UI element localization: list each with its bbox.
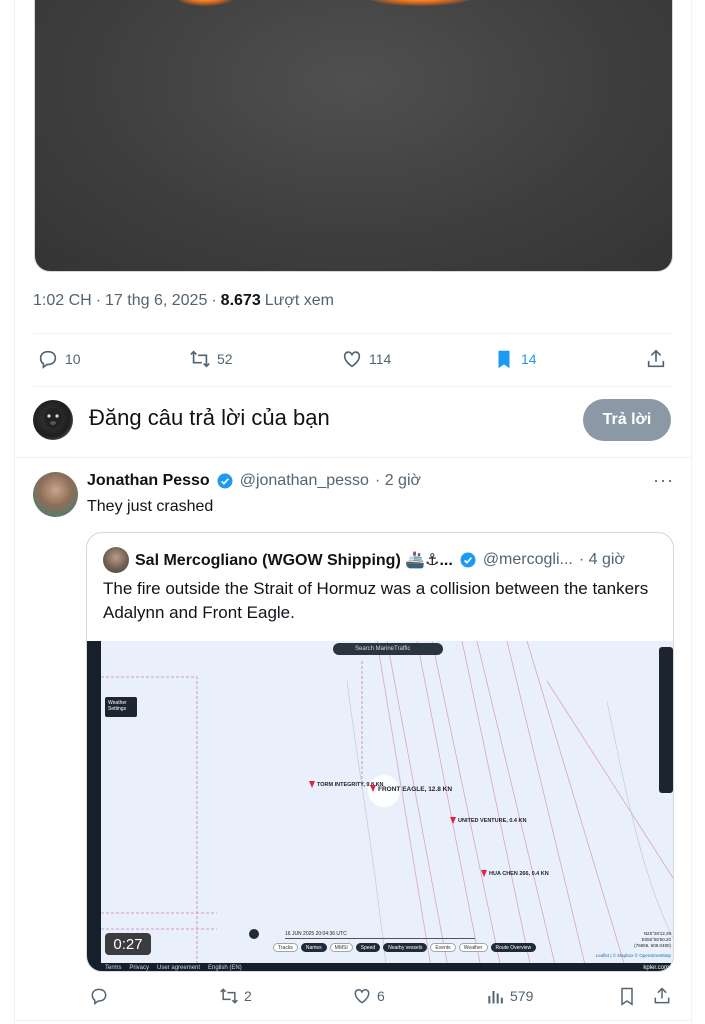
share-action[interactable] [652,986,672,1006]
views-chart-icon [488,991,503,1004]
retweet-count: 2 [244,988,252,1004]
like-count: 6 [377,988,385,1004]
heart-icon [343,351,361,368]
retweet-icon [220,988,238,1004]
brand-label: kpler.com [643,965,669,971]
author-name[interactable]: Jonathan Pesso [87,472,210,490]
vessel-marker[interactable] [450,817,456,824]
vessel-marker[interactable] [309,781,315,788]
quoted-tweet-age: · 4 giờ [578,551,625,568]
map-tools[interactable] [659,647,673,793]
quoted-header: Sal Mercogliano (WGOW Shipping) 🚢⚓... @m… [103,547,625,573]
tweet-date[interactable]: 17 thg 6, 2025 [105,292,207,310]
avatar[interactable] [33,472,78,517]
tweet-meta: 1:02 CH · 17 thg 6, 2025 · 8.673 Lượt xe… [33,292,334,310]
play-icon[interactable] [249,929,259,939]
reply-count: 10 [65,351,81,367]
layer-chip[interactable]: Names [300,943,327,952]
divider [14,1020,692,1021]
reply-tweet-actions: 2 6 579 [87,982,674,1012]
map-footer: Terms Privacy User agreement English (EN… [87,963,673,971]
playback-timestamp: 16 JUN 2025 20:04:36 UTC [285,931,347,937]
tweet-time[interactable]: 1:02 CH [33,292,92,310]
fire-glow [365,0,475,6]
reply-icon [39,350,57,369]
like-count: 114 [369,351,392,367]
bookmark-icon [621,987,633,1006]
divider [33,386,674,387]
map-video[interactable]: Search MarineTraffic Weather Settings TO… [87,641,673,971]
reply-composer: Đăng câu trả lời của bạn Trả lời [33,396,674,444]
tweet-age[interactable]: · 2 giờ [375,472,421,490]
vessel-marker[interactable] [481,870,487,877]
vessel-label: HUA CHEN 266, 0.4 KN [489,871,549,877]
share-icon [647,349,665,368]
tweet-actions: 10 52 114 14 [33,340,674,382]
quoted-author-handle: @mercogli... [482,551,573,568]
retweet-action[interactable]: 52 [189,348,233,370]
quoted-tweet[interactable]: Sal Mercogliano (WGOW Shipping) 🚢⚓... @m… [86,532,674,972]
like-action[interactable]: 114 [341,348,391,370]
video-duration: 0:27 [105,933,151,955]
layer-chip[interactable]: Speed [355,943,381,952]
share-icon [654,987,670,1004]
bookmark-icon [498,350,510,369]
more-options-icon[interactable]: ··· [653,470,674,491]
view-label: Lượt xem [264,292,334,309]
view-count: 8.673 [220,292,261,309]
layer-chip[interactable]: Events [430,943,456,952]
layer-chip[interactable]: Nearby vessels [383,943,428,952]
quoted-tweet-text: The fire outside the Strait of Hormuz wa… [103,579,649,622]
weather-settings-button[interactable]: Weather Settings [105,697,137,717]
retweet-count: 52 [217,351,233,367]
reply-button[interactable]: Trả lời [583,399,671,441]
map-attribution[interactable]: Leaflet | © Mapbox © OpenStreetMap [596,953,671,958]
bookmark-action[interactable]: 14 [493,348,537,370]
tweet-header: Jonathan Pesso @jonathan_pesso · 2 giờ [87,472,421,490]
vessel-label: UNITED VENTURE, 0.4 KN [458,818,527,824]
view-count: 579 [510,988,534,1004]
layer-chip[interactable]: MMSI [329,943,353,952]
avatar[interactable] [33,400,73,440]
share-action[interactable] [645,348,667,370]
layer-chips: Tracks Names MMSI Speed Nearby vessels Events… [273,943,537,952]
reply-action[interactable] [89,986,114,1006]
tweet-video[interactable] [34,0,673,272]
reply-input[interactable]: Đăng câu trả lời của bạn [89,405,330,431]
divider [14,457,692,458]
vessel-marker[interactable] [370,785,376,792]
fire-glow [175,0,235,6]
layer-chip[interactable]: Route Overview [490,943,537,952]
dog-avatar-icon [44,408,62,428]
footer-link[interactable]: User agreement [157,965,200,971]
heart-icon [354,988,370,1004]
views-action[interactable]: 579 [485,986,533,1006]
bookmark-action[interactable] [617,986,637,1006]
layer-chip[interactable]: Weather [458,943,488,952]
footer-link[interactable]: Terms [105,965,121,971]
quoted-author-name: Sal Mercogliano (WGOW Shipping) 🚢⚓... [135,552,453,569]
nautical-chart [101,641,673,971]
verified-badge-icon [460,552,476,568]
reply-icon [91,988,107,1005]
footer-link[interactable]: English (EN) [208,965,242,971]
like-action[interactable]: 6 [352,986,385,1006]
divider [33,333,674,334]
avatar [103,547,129,573]
tweet-text: They just crashed [87,498,214,515]
map-search-input[interactable]: Search MarineTraffic [333,643,443,655]
playback-track[interactable] [285,938,475,939]
reply-action[interactable]: 10 [37,348,81,370]
vessel-label: FRONT EAGLE, 12.8 KN [378,786,453,793]
verified-badge-icon [217,473,233,489]
map-sidebar[interactable] [87,641,101,971]
retweet-icon [190,350,210,368]
retweet-action[interactable]: 2 [219,986,252,1006]
author-handle[interactable]: @jonathan_pesso [240,472,369,490]
footer-link[interactable]: Privacy [129,965,149,971]
layer-chip[interactable]: Tracks [273,943,298,952]
bookmark-count: 14 [521,351,537,367]
coordinate-readout: N25°28'12.29 E056°56'50.20 (76856, 609.0… [634,931,671,948]
